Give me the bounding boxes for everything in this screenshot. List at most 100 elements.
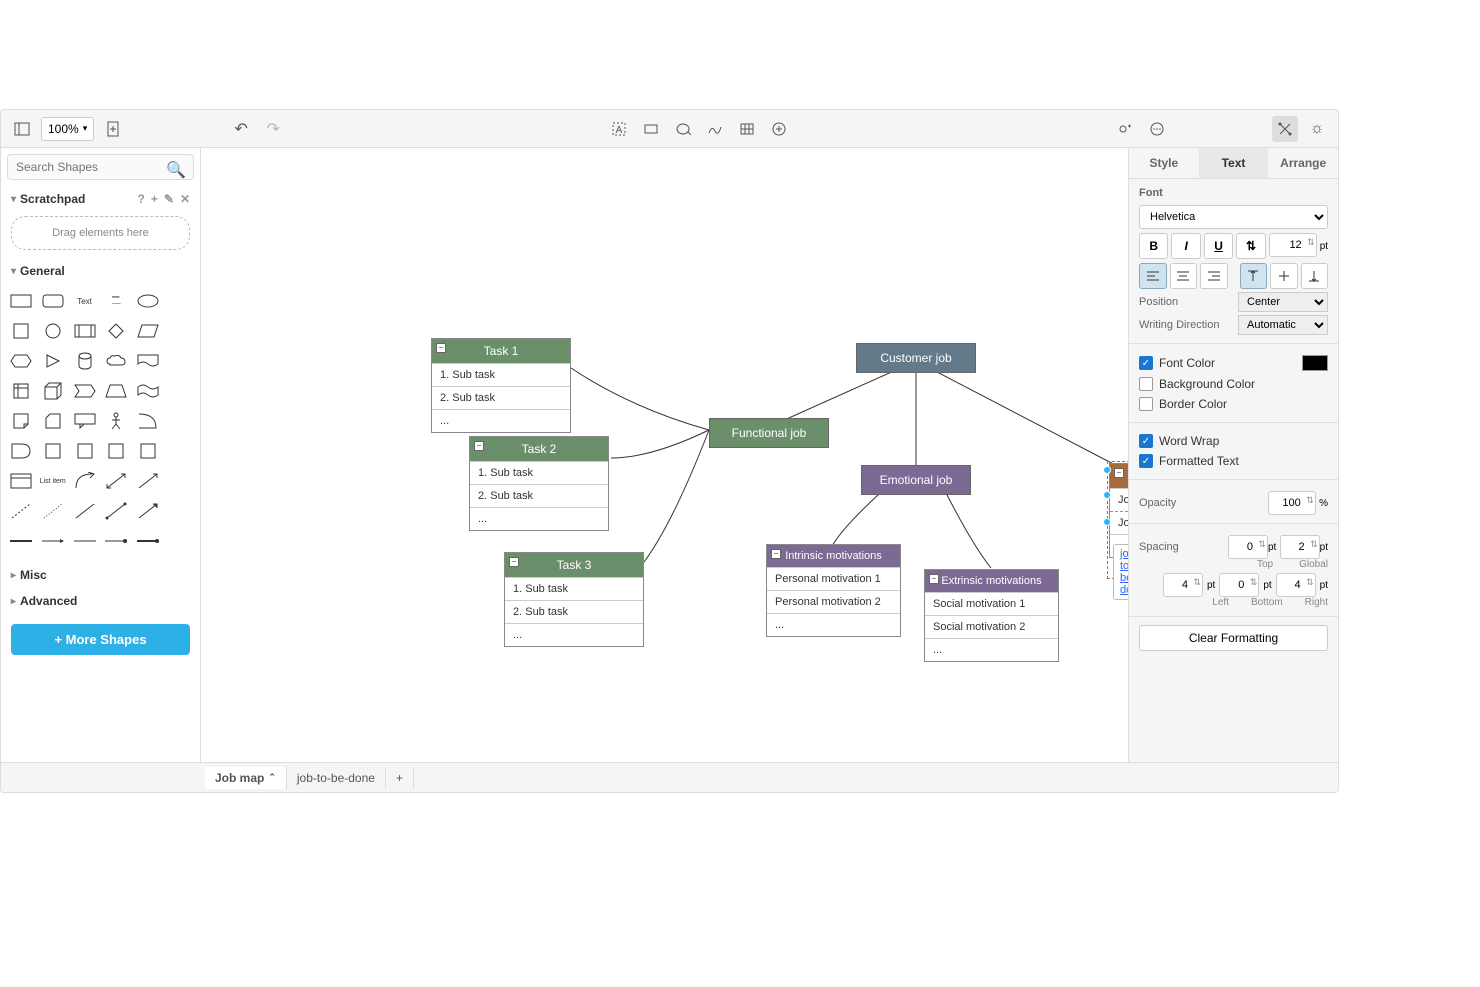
shape-hexagon[interactable] [7, 348, 35, 374]
formatted-text-check[interactable]: ✓Formatted Text [1139, 451, 1328, 471]
shape-cloud[interactable] [103, 348, 131, 374]
valign-top-button[interactable] [1240, 263, 1268, 289]
shape-link4[interactable] [103, 528, 131, 554]
page-tab-job-to-be-done[interactable]: job-to-be-done [287, 767, 386, 789]
advanced-header[interactable]: ▾Advanced [1, 588, 200, 614]
tab-arrange[interactable]: Arrange [1268, 148, 1338, 178]
spacing-global-input[interactable] [1280, 535, 1320, 559]
table-icon[interactable] [734, 116, 760, 142]
add-icon[interactable] [766, 116, 792, 142]
shape-parallelogram[interactable] [134, 318, 162, 344]
shape-ellipse[interactable] [134, 288, 162, 314]
underline-button[interactable]: U [1204, 233, 1233, 259]
shape-arrow[interactable] [134, 468, 162, 494]
align-left-button[interactable] [1139, 263, 1167, 289]
new-page-icon[interactable] [100, 116, 126, 142]
shape-list[interactable] [7, 468, 35, 494]
share-icon[interactable] [1112, 116, 1138, 142]
shape-blank9[interactable] [166, 528, 194, 554]
position-select[interactable]: Center [1238, 292, 1328, 312]
shape-rounded[interactable] [39, 288, 67, 314]
shape-blank2[interactable] [166, 318, 194, 344]
shape-datastore[interactable] [71, 438, 99, 464]
shape-dashed[interactable] [7, 498, 35, 524]
shape-link1[interactable] [7, 528, 35, 554]
clear-formatting-button[interactable]: Clear Formatting [1139, 625, 1328, 651]
shape-internal-storage[interactable] [7, 378, 35, 404]
shape-rect[interactable] [7, 288, 35, 314]
theme-icon[interactable]: ☼ [1304, 116, 1330, 142]
shape-note[interactable] [7, 408, 35, 434]
shape-blank3[interactable] [166, 348, 194, 374]
border-color-check[interactable]: Border Color [1139, 394, 1328, 414]
node-intrinsic[interactable]: −Intrinsic motivations Personal motivati… [766, 544, 901, 637]
align-right-button[interactable] [1200, 263, 1228, 289]
shape-directional[interactable] [134, 498, 162, 524]
general-header[interactable]: ▾General [1, 258, 200, 284]
node-customer-job[interactable]: Customer job [856, 343, 976, 373]
zoom-select[interactable]: 100%▾ [41, 117, 94, 141]
bold-button[interactable]: B [1139, 233, 1168, 259]
shape-document[interactable] [134, 348, 162, 374]
shape-line[interactable] [71, 498, 99, 524]
shape-circle[interactable] [39, 318, 67, 344]
shape-and[interactable] [7, 438, 35, 464]
valign-bottom-button[interactable] [1301, 263, 1329, 289]
text-box-icon[interactable]: A [606, 116, 632, 142]
shape-curve2[interactable] [134, 408, 162, 434]
shape-link3[interactable] [71, 528, 99, 554]
shape-blank4[interactable] [166, 378, 194, 404]
shape-heading[interactable]: ━━── [103, 288, 131, 314]
shape-card[interactable] [39, 408, 67, 434]
shape-blank[interactable] [166, 288, 194, 314]
shape-blank5[interactable] [166, 408, 194, 434]
node-task3[interactable]: −Task 3 1. Sub task 2. Sub task ... [504, 552, 644, 647]
shape-rect3[interactable] [103, 438, 131, 464]
node-functional-job[interactable]: Functional job [709, 418, 829, 448]
node-task2[interactable]: −Task 2 1. Sub task 2. Sub task ... [469, 436, 609, 531]
font-size-input[interactable] [1269, 233, 1317, 257]
shape-bidir-line[interactable] [103, 498, 131, 524]
shape-square[interactable] [7, 318, 35, 344]
shape-list-item[interactable]: List item [39, 468, 67, 494]
shape-trapezoid[interactable] [103, 378, 131, 404]
add-scratch-icon[interactable]: + [151, 192, 158, 206]
tab-style[interactable]: Style [1129, 148, 1199, 178]
shape-step[interactable] [71, 378, 99, 404]
shape-triangle[interactable] [39, 348, 67, 374]
node-emotional-job[interactable]: Emotional job [861, 465, 971, 495]
shape-actor[interactable] [103, 408, 131, 434]
shape-link5[interactable] [134, 528, 162, 554]
canvas[interactable]: Customer job Functional job Emotional jo… [201, 148, 1128, 762]
redo-icon[interactable]: ↷ [260, 116, 286, 142]
font-color-check[interactable]: ✓Font Color [1139, 352, 1328, 374]
sidebar-toggle-icon[interactable] [9, 116, 35, 142]
close-scratch-icon[interactable]: ✕ [180, 192, 190, 206]
freehand-icon[interactable] [702, 116, 728, 142]
font-color-swatch[interactable] [1302, 355, 1328, 371]
ellipse-icon[interactable] [670, 116, 696, 142]
format-panel-icon[interactable] [1272, 116, 1298, 142]
node-extrinsic[interactable]: −Extrinsic motivations Social motivation… [924, 569, 1059, 662]
rectangle-icon[interactable] [638, 116, 664, 142]
shape-blank6[interactable] [166, 438, 194, 464]
scratchpad-header[interactable]: ▾Scratchpad ? + ✎ ✕ [1, 186, 200, 212]
spacing-left-input[interactable] [1163, 573, 1203, 597]
shape-cube[interactable] [39, 378, 67, 404]
align-center-button[interactable] [1170, 263, 1198, 289]
font-family-select[interactable]: Helvetica [1139, 205, 1328, 229]
node-task1[interactable]: −Task 1 1. Sub task 2. Sub task ... [431, 338, 571, 433]
link-edit-chip[interactable]: job-to-be-done ✎ 🗑 [1113, 544, 1128, 600]
shape-diamond[interactable] [103, 318, 131, 344]
misc-header[interactable]: ▾Misc [1, 562, 200, 588]
italic-button[interactable]: I [1171, 233, 1200, 259]
shape-dotted[interactable] [39, 498, 67, 524]
tab-text[interactable]: Text [1199, 148, 1269, 178]
undo-icon[interactable]: ↶ [228, 116, 254, 142]
spacing-bottom-input[interactable] [1219, 573, 1259, 597]
page-tab-job-map[interactable]: Job map⌃ [205, 767, 287, 789]
shape-blank8[interactable] [166, 498, 194, 524]
line-height-button[interactable]: ⇅ [1236, 233, 1265, 259]
shape-curve-arrow[interactable] [71, 468, 99, 494]
valign-middle-button[interactable] [1270, 263, 1298, 289]
